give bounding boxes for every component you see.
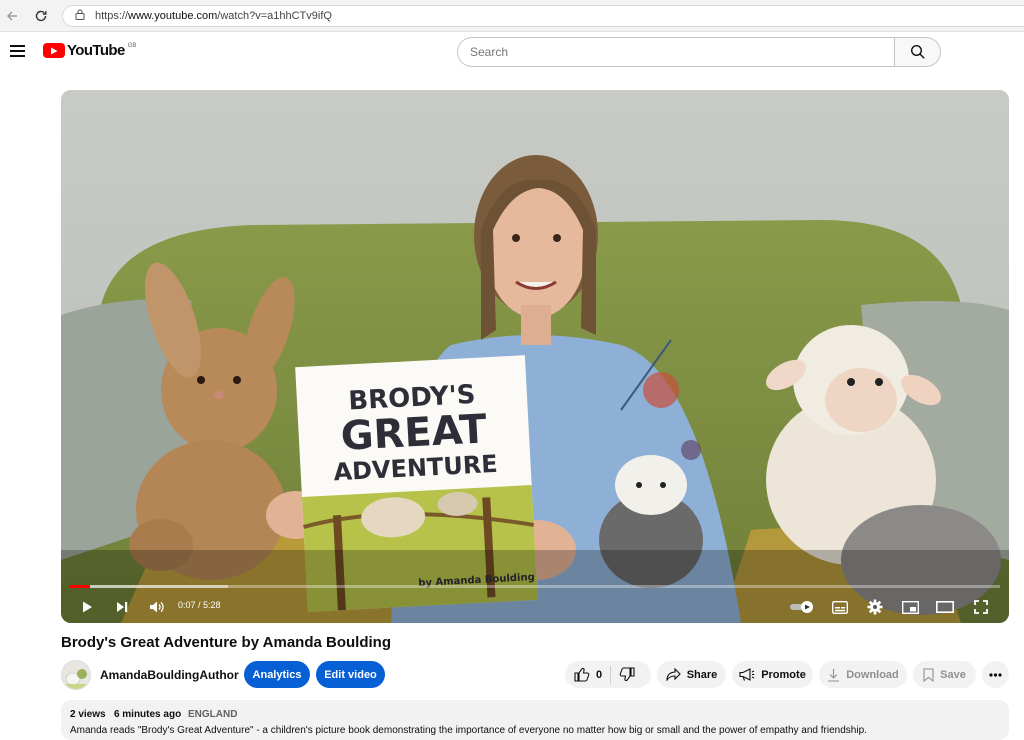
next-button[interactable] bbox=[112, 597, 132, 617]
owner-actions-row: AmandaBouldingAuthor Analytics Edit vide… bbox=[61, 660, 1009, 690]
theater-mode-icon bbox=[936, 601, 954, 613]
url-scheme: https:// bbox=[95, 10, 129, 22]
location-tag[interactable]: ENGLAND bbox=[188, 709, 237, 720]
browser-toolbar: https://www.youtube.com/watch?v=a1hhCTv9… bbox=[0, 0, 1024, 32]
more-horizontal-icon bbox=[989, 672, 1002, 677]
play-button[interactable] bbox=[77, 597, 97, 617]
time-display: 0:07 / 5:28 bbox=[178, 600, 221, 610]
thumbs-down-icon bbox=[619, 667, 635, 682]
like-button[interactable]: 0 bbox=[565, 661, 602, 688]
back-arrow-icon bbox=[7, 11, 17, 21]
share-label: Share bbox=[686, 668, 718, 681]
download-button[interactable]: Download bbox=[819, 661, 907, 688]
search-button[interactable] bbox=[894, 37, 941, 67]
megaphone-icon bbox=[739, 668, 755, 681]
fullscreen-button[interactable] bbox=[971, 597, 991, 617]
bookmark-icon bbox=[923, 667, 934, 682]
hamburger-icon-bar bbox=[10, 55, 25, 57]
save-button[interactable]: Save bbox=[913, 661, 976, 688]
share-icon bbox=[666, 668, 681, 681]
channel-name[interactable]: AmandaBouldingAuthor bbox=[100, 668, 239, 682]
dislike-button[interactable] bbox=[611, 661, 635, 688]
masthead: YouTube GB bbox=[0, 33, 1024, 77]
url-host: www.youtube.com bbox=[128, 10, 218, 22]
miniplayer-icon bbox=[901, 600, 919, 614]
thumbs-up-icon bbox=[574, 667, 590, 682]
subtitles-button[interactable] bbox=[830, 597, 850, 617]
download-icon bbox=[827, 668, 840, 682]
play-icon bbox=[83, 601, 92, 613]
reload-icon bbox=[35, 10, 47, 22]
download-label: Download bbox=[846, 668, 899, 681]
fullscreen-icon bbox=[974, 600, 988, 614]
upload-age: 6 minutes ago bbox=[113, 709, 182, 720]
search-box bbox=[457, 37, 941, 67]
played-bar bbox=[70, 585, 90, 588]
address-bar[interactable]: https://www.youtube.com/watch?v=a1hhCTv9… bbox=[62, 5, 1024, 27]
like-dislike-group: 0 bbox=[565, 661, 651, 688]
video-frame: BRODY'S GREAT ADVENTURE by Amanda Bouldi… bbox=[61, 90, 1009, 623]
channel-avatar[interactable] bbox=[61, 660, 91, 690]
guide-menu-button[interactable] bbox=[8, 41, 28, 61]
back-button[interactable] bbox=[2, 6, 22, 26]
view-count: 2 views bbox=[70, 709, 106, 720]
theater-mode-button[interactable] bbox=[935, 597, 955, 617]
description-meta: 2 views 6 minutes ago ENGLAND bbox=[70, 709, 1000, 720]
hamburger-icon bbox=[10, 45, 25, 47]
search-input[interactable] bbox=[457, 37, 894, 67]
edit-video-button[interactable]: Edit video bbox=[316, 661, 385, 688]
settings-button[interactable] bbox=[865, 597, 885, 617]
player-controls: 0:07 / 5:28 bbox=[61, 593, 1009, 619]
video-title: Brody's Great Adventure by Amanda Bouldi… bbox=[61, 634, 391, 651]
hamburger-icon-bar bbox=[10, 50, 25, 52]
promote-label: Promote bbox=[761, 668, 806, 681]
save-label: Save bbox=[940, 668, 966, 681]
youtube-play-icon bbox=[43, 43, 65, 58]
reload-button[interactable] bbox=[31, 6, 51, 26]
gear-icon bbox=[867, 599, 883, 615]
region-code: GB bbox=[127, 43, 137, 49]
share-button[interactable]: Share bbox=[657, 661, 726, 688]
more-actions-button[interactable] bbox=[982, 661, 1009, 688]
video-player[interactable]: BRODY'S GREAT ADVENTURE by Amanda Bouldi… bbox=[61, 90, 1009, 623]
mute-button[interactable] bbox=[147, 597, 167, 617]
description-box[interactable]: 2 views 6 minutes ago ENGLAND Amanda rea… bbox=[61, 700, 1009, 740]
buffered-bar bbox=[70, 585, 229, 588]
url-path: /watch?v=a1hhCTv9ifQ bbox=[217, 10, 332, 22]
lock-icon bbox=[75, 9, 85, 23]
autoplay-toggle-icon bbox=[790, 601, 813, 613]
promote-button[interactable]: Promote bbox=[732, 661, 813, 688]
subtitles-icon bbox=[832, 600, 848, 614]
analytics-button[interactable]: Analytics bbox=[244, 661, 310, 688]
progress-bar[interactable] bbox=[70, 585, 1000, 588]
youtube-logo[interactable]: YouTube GB bbox=[43, 42, 136, 59]
skip-next-icon bbox=[117, 602, 128, 612]
like-count: 0 bbox=[596, 668, 603, 681]
description-text: Amanda reads "Brody's Great Adventure" -… bbox=[70, 725, 867, 736]
search-icon bbox=[910, 44, 925, 59]
logo-wordmark: YouTube bbox=[67, 42, 125, 59]
miniplayer-button[interactable] bbox=[900, 597, 920, 617]
autoplay-toggle[interactable] bbox=[789, 597, 817, 617]
volume-icon bbox=[150, 601, 164, 613]
